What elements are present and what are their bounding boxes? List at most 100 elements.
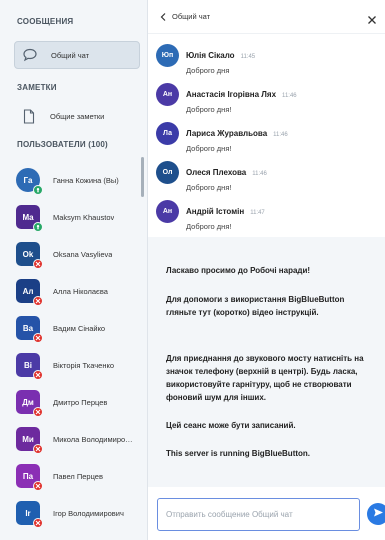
avatar-initials: Ла [163, 130, 172, 137]
message-time: 11:46 [282, 93, 297, 99]
close-icon[interactable] [367, 12, 377, 24]
user-list-item[interactable]: Ва Вадим Сінайко [16, 311, 142, 345]
message-author: Олеся Плехова [186, 168, 247, 177]
user-name: Oksana Vasylieva [53, 249, 113, 259]
avatar-initials: Юп [161, 52, 174, 59]
send-button[interactable] [367, 503, 385, 525]
avatar: Ан [156, 83, 179, 106]
users-section-title: ПОЛЬЗОВАТЕЛИ (100) [17, 140, 108, 149]
user-list-item[interactable]: Дм Дмитро Перцев [16, 385, 142, 419]
recording-notice: Цей сеанс може бути записаний. [166, 421, 296, 430]
public-chat-label: Общий чат [51, 50, 90, 60]
user-name: Алла Ніколаєва [53, 286, 108, 296]
user-name: Микола Володимирович [53, 434, 135, 444]
message-body: Лариса Журавльова 11:46 Доброго дня! [186, 122, 288, 153]
avatar-initials: Дм [22, 397, 34, 407]
chat-message: Юп Юлія Сікало 11:45 Доброго дня [156, 44, 381, 75]
user-name: Ганна Кожина (Вы) [53, 175, 119, 185]
avatar-initials: Ан [162, 91, 173, 98]
message-author: Анастасія Ігорівна Лях [186, 90, 277, 99]
user-name: Павел Перцев [53, 471, 103, 481]
message-text: Доброго дня [186, 66, 230, 75]
message-body: Олеся Плехова 11:46 Доброго дня! [186, 161, 267, 192]
send-icon [373, 505, 384, 523]
chat-message: Ол Олеся Плехова 11:46 Доброго дня! [156, 161, 381, 192]
user-list-item[interactable]: Ok Oksana Vasylieva [16, 237, 142, 271]
chat-bubble-icon [19, 48, 41, 62]
server-notice[interactable]: This server is running BigBlueButton. [166, 447, 371, 460]
avatar-initials: Ві [24, 360, 32, 370]
avatar: Ал [16, 279, 43, 306]
avatar-initials: Ал [22, 286, 34, 296]
avatar: Ла [156, 122, 179, 145]
avatar: Ан [156, 200, 179, 223]
chevron-left-icon [160, 8, 166, 26]
welcome-message: Ласкаво просимо до Робочі наради! Для до… [148, 237, 385, 487]
user-name: Дмитро Перцев [53, 397, 108, 407]
avatar-initials: Ол [162, 169, 173, 176]
user-list-item[interactable]: Ir Ігор Володимирович [16, 496, 142, 530]
message-text: Доброго дня! [186, 144, 232, 153]
muted-mic-icon [33, 481, 43, 491]
user-list-item[interactable]: Ma Maksym Khaustov [16, 200, 142, 234]
user-list-item[interactable]: Ми Микола Володимирович [16, 422, 142, 456]
chat-panel: Общий чат Юп Юлія Сікало 11:45 Доброго дня А… [148, 0, 385, 540]
message-author: Лариса Журавльова [186, 129, 268, 138]
muted-mic-icon [33, 333, 43, 343]
avatar-initials: Ir [25, 508, 31, 518]
muted-mic-icon [33, 518, 43, 528]
user-name: Ігор Володимирович [53, 508, 124, 518]
user-name: Вікторія Ткаченко [53, 360, 114, 370]
hide-chat-button[interactable]: Общий чат [160, 8, 210, 26]
user-list-item[interactable]: Па Павел Перцев [16, 459, 142, 493]
mic-icon [33, 222, 43, 232]
avatar: Юп [156, 44, 179, 67]
avatar-initials: Ми [22, 434, 34, 444]
notes-section-title: ЗАМЕТКИ [17, 83, 57, 92]
avatar-initials: Па [22, 471, 34, 481]
avatar: Ir [16, 501, 43, 528]
chat-message: Ан Анастасія Ігорівна Лях 11:46 Доброго дня… [156, 83, 381, 114]
message-time: 11:46 [273, 132, 288, 138]
message-body: Юлія Сікало 11:45 Доброго дня [186, 44, 255, 75]
message-text: Доброго дня! [186, 183, 232, 192]
avatar-initials: Ва [22, 323, 34, 333]
user-name: Вадим Сінайко [53, 323, 106, 333]
chat-header: Общий чат [148, 0, 385, 34]
welcome-text: Ласкаво просимо до Робочі наради! [166, 266, 311, 275]
shared-notes-label: Общие заметки [50, 111, 105, 121]
message-time: 11:47 [250, 210, 265, 216]
users-scrollbar[interactable] [141, 157, 144, 197]
sidebar-item-public-chat[interactable]: Общий чат [14, 41, 140, 69]
user-list-item[interactable]: Ал Алла Ніколаєва [16, 274, 142, 308]
avatar: Ві [16, 353, 43, 380]
users-list[interactable]: Га Ганна Кожина (Вы) Ma Maksym Khaustov Ok Ok… [0, 157, 148, 540]
user-list-item[interactable]: Ві Вікторія Ткаченко [16, 348, 142, 382]
user-list-item[interactable]: Га Ганна Кожина (Вы) [16, 163, 142, 197]
audio-instructions-text: Для приєднання до звукового мосту натисн… [166, 354, 364, 402]
mic-icon [33, 185, 43, 195]
messages-section-title: СООБЩЕНИЯ [17, 17, 74, 26]
message-input-wrapper [157, 498, 360, 531]
message-input[interactable] [158, 499, 359, 530]
message-body: Андрій Істомін 11:47 Доброго дня! [186, 200, 265, 231]
chat-message: Ла Лариса Журавльова 11:46 Доброго дня! [156, 122, 381, 153]
app-window: СООБЩЕНИЯ Общий чат ЗАМЕТКИ Общие заметк… [0, 0, 385, 540]
muted-mic-icon [33, 296, 43, 306]
message-time: 11:45 [240, 54, 256, 60]
muted-mic-icon [33, 407, 43, 417]
sidebar-item-shared-notes[interactable]: Общие заметки [14, 102, 140, 130]
document-icon [18, 108, 40, 124]
avatar: Га [16, 168, 43, 195]
avatar-initials: Ma [22, 212, 34, 222]
message-author: Андрій Істомін [186, 207, 245, 216]
message-author: Юлія Сікало [186, 51, 235, 60]
message-text: Доброго дня! [186, 222, 232, 231]
avatar: Ma [16, 205, 43, 232]
muted-mic-icon [33, 259, 43, 269]
help-text[interactable]: Для допомоги з використання BigBlueButto… [166, 293, 371, 319]
avatar: Ол [156, 161, 179, 184]
avatar: Ва [16, 316, 43, 343]
avatar-initials: Га [23, 175, 33, 185]
chat-message: Ан Андрій Істомін 11:47 Доброго дня! [156, 200, 381, 231]
